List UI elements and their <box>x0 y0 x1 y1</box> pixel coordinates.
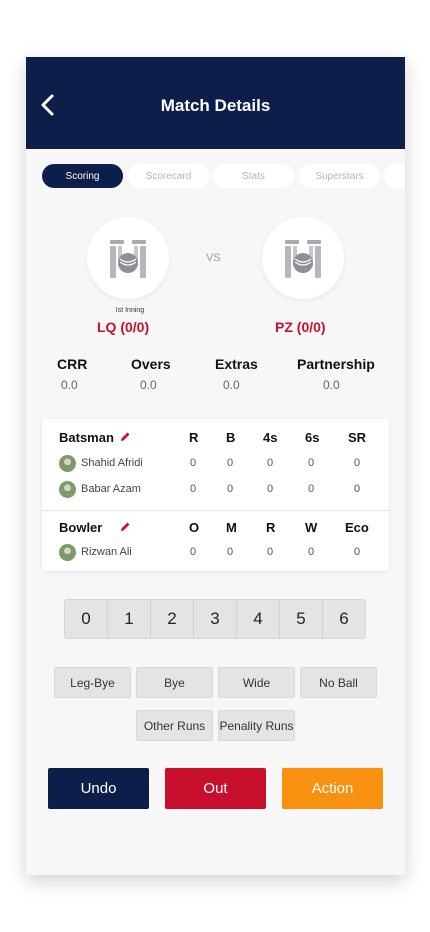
bowling-col-eco: Eco <box>345 520 369 535</box>
run-6-button[interactable]: 6 <box>323 600 365 638</box>
batting-col-r: R <box>189 430 199 445</box>
batsman-fours: 0 <box>267 483 274 495</box>
batting-col-sr: SR <box>348 430 367 445</box>
action-button[interactable]: Action <box>282 768 383 809</box>
batsman-runs: 0 <box>190 457 197 469</box>
penality-runs-button[interactable]: Penality Runs <box>218 710 295 741</box>
batsman-balls: 0 <box>227 483 234 495</box>
crr-label: CRR <box>57 356 88 372</box>
extras-label: Extras <box>215 356 258 372</box>
tab-stats[interactable]: Stats <box>213 164 294 188</box>
run-3-button[interactable]: 3 <box>194 600 237 638</box>
batting-col-4s: 4s <box>263 430 278 445</box>
batsman-name: Babar Azam <box>81 483 141 495</box>
bye-button[interactable]: Bye <box>136 667 213 698</box>
run-2-button[interactable]: 2 <box>151 600 194 638</box>
partnership-value: 0.0 <box>323 378 340 392</box>
bowler-header: Bowler <box>59 520 103 535</box>
team2-score: PZ (0/0) <box>275 319 326 335</box>
extras-value: 0.0 <box>223 378 240 392</box>
undo-button[interactable]: Undo <box>48 768 149 809</box>
runs-pad: 0 1 2 3 4 5 6 <box>64 599 366 639</box>
avatar <box>59 544 76 561</box>
bowling-col-o: O <box>189 520 200 535</box>
avatar <box>59 455 76 472</box>
tab-scorecard[interactable]: Scorecard <box>128 164 209 188</box>
team1-logo <box>87 217 169 299</box>
tab-bar: Scoring Scorecard Stats Superstars <box>42 164 405 188</box>
overs-label: Overs <box>131 356 171 372</box>
app-header: Match Details <box>26 57 405 149</box>
batsman-fours: 0 <box>267 457 274 469</box>
bowler-name: Rizwan Ali <box>81 546 132 558</box>
overs-value: 0.0 <box>140 378 157 392</box>
phone-screen: Match Details Scoring Scorecard Stats Su… <box>26 57 405 875</box>
leg-bye-button[interactable]: Leg-Bye <box>54 667 131 698</box>
run-4-button[interactable]: 4 <box>237 600 280 638</box>
run-0-button[interactable]: 0 <box>65 600 108 638</box>
pencil-icon[interactable] <box>119 521 131 533</box>
team1-score: LQ (0/0) <box>97 319 150 335</box>
partnership-label: Partnership <box>297 356 375 372</box>
batsman-sr: 0 <box>354 483 361 495</box>
bowling-col-w: W <box>305 520 318 535</box>
bowler-maidens: 0 <box>227 546 234 558</box>
divider <box>42 510 389 511</box>
bowler-runs: 0 <box>267 546 274 558</box>
pencil-icon[interactable] <box>119 431 131 443</box>
vs-label: VS <box>206 252 221 264</box>
avatar <box>59 481 76 498</box>
tab-more[interactable] <box>384 164 405 188</box>
out-button[interactable]: Out <box>165 768 266 809</box>
crr-value: 0.0 <box>61 378 78 392</box>
bowling-col-r: R <box>266 520 276 535</box>
tab-scoring[interactable]: Scoring <box>42 164 123 188</box>
batsman-balls: 0 <box>227 457 234 469</box>
page-title: Match Details <box>160 96 271 115</box>
inning-label: Ist Inning <box>115 307 145 314</box>
cricket-stumps-ball-icon <box>110 240 146 278</box>
batsman-name: Shahid Afridi <box>81 457 143 469</box>
bowler-wickets: 0 <box>308 546 315 558</box>
run-1-button[interactable]: 1 <box>108 600 151 638</box>
cricket-stumps-ball-icon <box>285 240 321 278</box>
tab-superstars[interactable]: Superstars <box>299 164 380 188</box>
batsman-sixes: 0 <box>308 483 315 495</box>
bowler-eco: 0 <box>354 546 361 558</box>
batsman-header: Batsman <box>59 430 114 445</box>
batting-col-6s: 6s <box>305 430 320 445</box>
batsman-sr: 0 <box>354 457 361 469</box>
no-ball-button[interactable]: No Ball <box>300 667 377 698</box>
wide-button[interactable]: Wide <box>218 667 295 698</box>
batting-col-b: B <box>226 430 236 445</box>
team2-logo <box>262 217 344 299</box>
other-runs-button[interactable]: Other Runs <box>136 710 213 741</box>
run-5-button[interactable]: 5 <box>280 600 323 638</box>
batsman-runs: 0 <box>190 483 197 495</box>
bowler-overs: 0 <box>190 546 197 558</box>
scorecard-panel: Batsman R B 4s 6s SR Shahid Afridi 0 0 0… <box>42 419 389 571</box>
bowling-col-m: M <box>226 520 237 535</box>
batsman-sixes: 0 <box>308 457 315 469</box>
